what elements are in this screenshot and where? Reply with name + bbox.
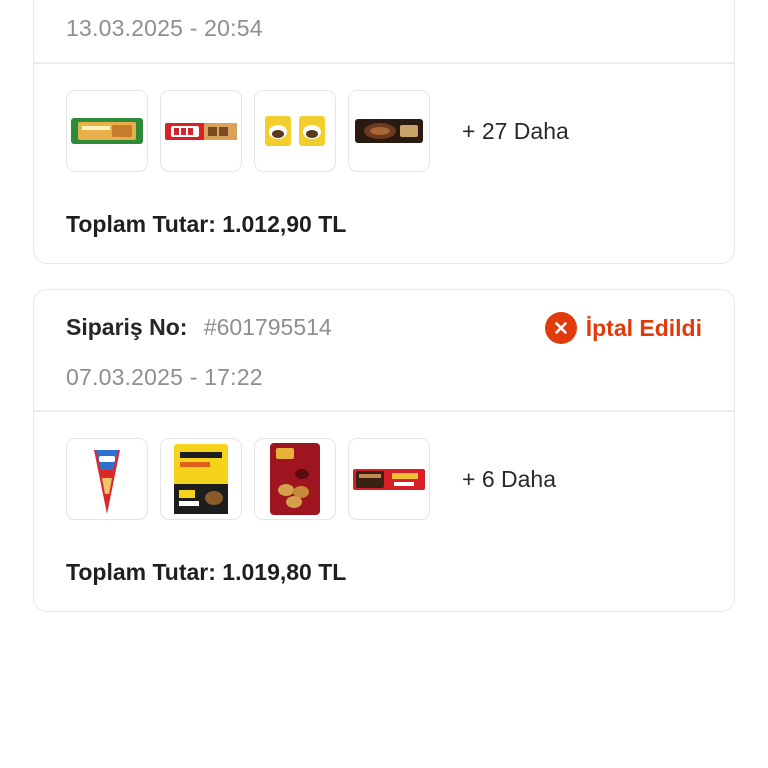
chocolate-wafer-red-product bbox=[353, 469, 425, 490]
biscuit-4-pack-product bbox=[174, 444, 228, 514]
cake-pack-yellow-product bbox=[265, 116, 325, 146]
order-number-label: Sipariş No: bbox=[66, 314, 188, 340]
order-card[interactable]: 13.03.2025 - 20:54 + 27 Daha Toplam Tuta… bbox=[33, 0, 735, 264]
cancel-icon bbox=[544, 312, 577, 344]
order-total: Toplam Tutar: 1.012,90 TL bbox=[66, 211, 347, 237]
order-date: 07.03.2025 - 17:22 bbox=[66, 364, 263, 390]
product-thumbnail[interactable] bbox=[66, 90, 148, 172]
order-number-row: Sipariş No: #601795514 bbox=[66, 314, 332, 341]
divider bbox=[34, 62, 734, 64]
divider bbox=[34, 410, 734, 412]
status-label: İptal Edildi bbox=[585, 314, 702, 341]
eti-chocolate-bag-product bbox=[270, 443, 320, 515]
product-thumbnail[interactable] bbox=[254, 90, 336, 172]
product-thumbnail[interactable] bbox=[160, 438, 242, 520]
order-card[interactable]: Sipariş No: #601795514 İptal Edildi 07.0… bbox=[33, 289, 735, 612]
more-products-count[interactable]: + 27 Daha bbox=[462, 118, 569, 145]
order-total: Toplam Tutar: 1.019,80 TL bbox=[66, 559, 347, 585]
product-thumbnail[interactable] bbox=[160, 90, 242, 172]
dido-chocolate-bar-product bbox=[165, 123, 237, 140]
order-date: 13.03.2025 - 20:54 bbox=[66, 15, 263, 41]
order-number: #601795514 bbox=[203, 314, 332, 340]
wafer-bar-green-product bbox=[71, 118, 143, 144]
product-thumbnail[interactable] bbox=[66, 438, 148, 520]
more-products-count[interactable]: + 6 Daha bbox=[462, 466, 556, 493]
chocolate-cookie-pack-product bbox=[355, 119, 423, 143]
order-history-page: 13.03.2025 - 20:54 + 27 Daha Toplam Tuta… bbox=[0, 0, 768, 768]
product-thumbnails: + 6 Daha bbox=[66, 438, 556, 520]
product-thumbnail[interactable] bbox=[348, 438, 430, 520]
status-badge: İptal Edildi bbox=[544, 312, 702, 344]
product-thumbnails: + 27 Daha bbox=[66, 90, 569, 172]
ice-cream-cone-product bbox=[94, 450, 120, 514]
product-thumbnail[interactable] bbox=[254, 438, 336, 520]
product-thumbnail[interactable] bbox=[348, 90, 430, 172]
